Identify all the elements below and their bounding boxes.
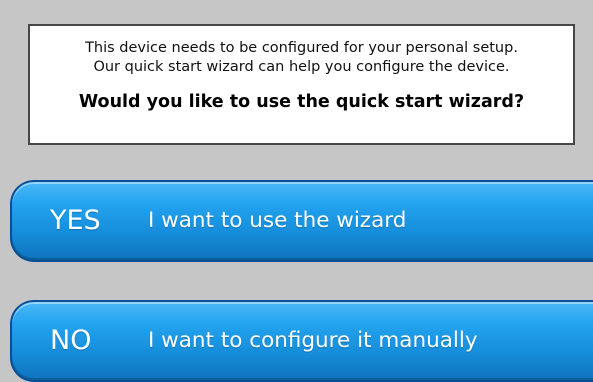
yes-label: YES bbox=[50, 205, 101, 236]
no-configure-manually-button[interactable]: NO I want to configure it manually bbox=[10, 300, 593, 382]
configure-manually-label: I want to configure it manually bbox=[148, 328, 478, 353]
no-label: NO bbox=[50, 325, 92, 356]
quick-start-question: Would you like to use the quick start wi… bbox=[78, 92, 525, 112]
wizard-help-message: Our quick start wizard can help you conf… bbox=[93, 59, 510, 75]
configuration-required-message: This device needs to be configured for y… bbox=[85, 40, 518, 56]
yes-use-wizard-button[interactable]: YES I want to use the wizard bbox=[10, 180, 593, 262]
configuration-message-box: This device needs to be configured for y… bbox=[28, 24, 575, 145]
use-wizard-label: I want to use the wizard bbox=[148, 208, 407, 233]
